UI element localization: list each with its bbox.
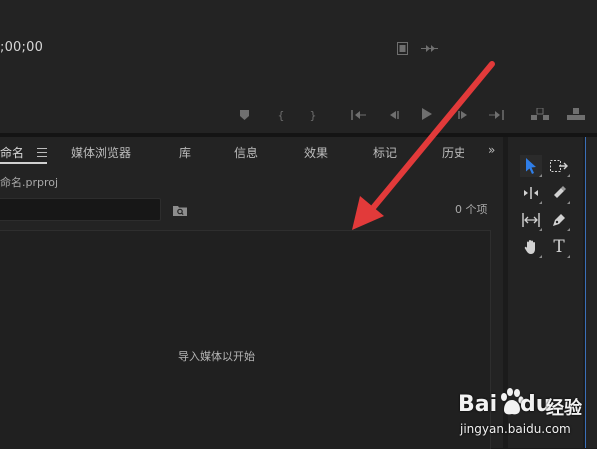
- dropped-frame-icon[interactable]: [420, 41, 438, 55]
- step-back-icon[interactable]: [386, 108, 400, 122]
- film-strip-icon[interactable]: [396, 41, 408, 55]
- tab-markers[interactable]: 标记: [373, 144, 397, 161]
- baidu-jingyan-watermark: Bai du 经验 jingyan.baidu.com: [458, 388, 593, 444]
- slip-tool-icon[interactable]: [520, 209, 542, 231]
- tab-overflow-icon[interactable]: »: [488, 143, 495, 157]
- program-monitor: ;00;00 { }: [0, 0, 597, 133]
- watermark-url: jingyan.baidu.com: [460, 422, 571, 436]
- item-count: 0 个项: [455, 203, 488, 216]
- watermark-jingyan: 经验: [546, 398, 582, 419]
- tab-project[interactable]: 命名: [0, 144, 24, 161]
- search-input[interactable]: [0, 198, 161, 221]
- panel-menu-icon[interactable]: [37, 148, 47, 157]
- watermark-bai: Bai: [458, 392, 498, 417]
- lift-icon[interactable]: [530, 107, 550, 121]
- mark-out-icon[interactable]: }: [308, 108, 318, 122]
- razor-tool-icon[interactable]: [548, 182, 570, 204]
- step-forward-icon[interactable]: [456, 108, 470, 122]
- tab-history[interactable]: 历史: [442, 144, 464, 161]
- selection-tool-icon[interactable]: [520, 155, 542, 177]
- import-media-hint: 导入媒体以开始: [178, 350, 255, 363]
- project-file-name: 命名.prproj: [0, 176, 59, 189]
- find-in-bin-icon[interactable]: [173, 201, 187, 216]
- go-to-out-icon[interactable]: [487, 108, 505, 122]
- tab-libraries[interactable]: 库: [179, 144, 191, 161]
- extract-icon[interactable]: [566, 107, 586, 121]
- panel-tab-bar: 命名 媒体浏览器 库 信息 效果 标记 历史 »: [0, 137, 503, 165]
- add-marker-icon[interactable]: [238, 108, 250, 122]
- go-to-in-icon[interactable]: [350, 108, 368, 122]
- project-panel: 命名 媒体浏览器 库 信息 效果 标记 历史 » 命名.prproj 0 个项 …: [0, 137, 503, 449]
- active-tab-indicator: [0, 162, 47, 164]
- timecode-display[interactable]: ;00;00: [0, 40, 43, 55]
- ripple-edit-tool-icon[interactable]: [520, 182, 542, 204]
- tab-info[interactable]: 信息: [234, 144, 258, 161]
- track-select-tool-icon[interactable]: [548, 155, 570, 177]
- tab-media-browser[interactable]: 媒体浏览器: [71, 144, 131, 161]
- type-tool-icon[interactable]: T: [548, 236, 570, 258]
- hand-tool-icon[interactable]: [520, 236, 542, 258]
- tab-effects[interactable]: 效果: [304, 144, 328, 161]
- pen-tool-icon[interactable]: [548, 209, 570, 231]
- play-icon[interactable]: [420, 107, 434, 121]
- mark-in-icon[interactable]: {: [276, 108, 286, 122]
- media-drop-area[interactable]: [0, 230, 491, 449]
